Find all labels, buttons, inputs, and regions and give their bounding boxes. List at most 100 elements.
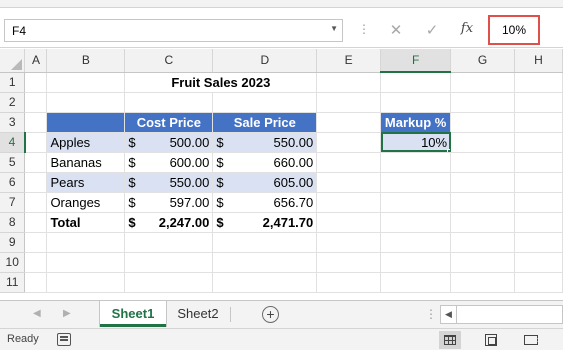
item-name-cell[interactable]: Pears (46, 172, 126, 193)
markup-header[interactable]: Markup % (380, 112, 452, 133)
cell-g10[interactable] (450, 252, 515, 273)
cell-h8[interactable] (514, 212, 563, 233)
cell-e6[interactable] (316, 172, 382, 193)
cell-g5[interactable] (450, 152, 515, 173)
cell-a6[interactable] (24, 172, 48, 193)
cell-h2[interactable] (514, 92, 563, 113)
item-name-cell[interactable]: Apples (46, 132, 126, 153)
sale-cell[interactable]: $605.00 (212, 172, 318, 193)
cancel-icon[interactable]: ✕ (386, 21, 406, 39)
cell-e7[interactable] (316, 192, 382, 213)
formula-input[interactable]: 10% (488, 15, 540, 45)
chevron-down-icon[interactable]: ▼ (330, 24, 338, 33)
scroll-tabs-left-icon[interactable]: ◀ (33, 308, 41, 319)
table-header-sale[interactable]: Sale Price (212, 112, 318, 133)
total-cost-cell[interactable]: $2,247.00 (124, 211, 214, 233)
total-sale-cell[interactable]: $2,471.70 (212, 211, 318, 233)
cell-c11[interactable] (124, 272, 214, 293)
page-layout-view-button[interactable] (480, 331, 502, 349)
insert-function-icon[interactable]: fx (457, 21, 477, 39)
cell-b9[interactable] (46, 232, 126, 253)
row-header-5[interactable]: 5 (0, 152, 26, 173)
name-box[interactable]: F4 ▼ (4, 19, 343, 42)
cell-g7[interactable] (450, 192, 515, 213)
column-header-d[interactable]: D (212, 49, 318, 73)
column-header-h[interactable]: H (514, 49, 563, 73)
cell-h10[interactable] (514, 252, 563, 273)
column-header-a[interactable]: A (24, 49, 48, 73)
cell-h6[interactable] (514, 172, 563, 193)
tab-sheet1[interactable]: Sheet1 (100, 301, 166, 327)
cell-h11[interactable] (514, 272, 563, 293)
row-header-10[interactable]: 10 (0, 252, 26, 273)
cell-f1[interactable] (380, 72, 452, 93)
cell-c2[interactable] (124, 92, 214, 113)
cell-e8[interactable] (316, 212, 382, 233)
cost-cell[interactable]: $600.00 (124, 152, 214, 173)
cell-g2[interactable] (450, 92, 515, 113)
page-break-view-button[interactable] (520, 331, 542, 349)
cell-f7[interactable] (380, 192, 452, 213)
cell-f2[interactable] (380, 92, 452, 113)
cell-e5[interactable] (316, 152, 382, 173)
cell-g3[interactable] (450, 112, 515, 133)
cell-e10[interactable] (316, 252, 382, 273)
sale-cell[interactable]: $656.70 (212, 192, 318, 213)
tab-sheet2[interactable]: Sheet2 (166, 301, 230, 327)
fill-handle[interactable] (447, 148, 450, 151)
cell-b10[interactable] (46, 252, 126, 273)
cell-f11[interactable] (380, 272, 452, 293)
item-name-cell[interactable]: Bananas (46, 152, 126, 173)
cell-e11[interactable] (316, 272, 382, 293)
cell-c9[interactable] (124, 232, 214, 253)
row-header-1[interactable]: 1 (0, 72, 26, 93)
cell-h5[interactable] (514, 152, 563, 173)
column-header-g[interactable]: G (450, 49, 515, 73)
cell-b11[interactable] (46, 272, 126, 293)
cell-g8[interactable] (450, 212, 515, 233)
cell-f9[interactable] (380, 232, 452, 253)
horizontal-scrollbar[interactable]: ◀ (440, 305, 563, 324)
cell-e2[interactable] (316, 92, 382, 113)
cell-d9[interactable] (212, 232, 318, 253)
table-header-item[interactable] (46, 112, 126, 133)
cell-g4[interactable] (450, 132, 515, 153)
cell-g11[interactable] (450, 272, 515, 293)
cell-a9[interactable] (24, 232, 48, 253)
cell-e9[interactable] (316, 232, 382, 253)
cell-h3[interactable] (514, 112, 563, 133)
formula-bar-grip-icon[interactable]: ⋮ (358, 22, 370, 36)
select-all-button[interactable] (0, 49, 26, 73)
sale-cell[interactable]: $660.00 (212, 152, 318, 173)
accessibility-icon[interactable] (57, 333, 71, 346)
add-sheet-icon[interactable]: + (262, 306, 279, 323)
cell-e1[interactable] (316, 72, 382, 93)
cell-b1[interactable] (46, 72, 126, 93)
cost-cell[interactable]: $597.00 (124, 192, 214, 213)
cell-h7[interactable] (514, 192, 563, 213)
cell-a1[interactable] (24, 72, 48, 93)
cell-h1[interactable] (514, 72, 563, 93)
column-header-e[interactable]: E (316, 49, 382, 73)
sale-cell[interactable]: $550.00 (212, 132, 318, 153)
cell-g9[interactable] (450, 232, 515, 253)
cell-g1[interactable] (450, 72, 515, 93)
row-header-7[interactable]: 7 (0, 192, 26, 213)
cost-cell[interactable]: $500.00 (124, 132, 214, 153)
enter-check-icon[interactable]: ✓ (422, 21, 442, 39)
cell-h4[interactable] (514, 132, 563, 153)
row-header-9[interactable]: 9 (0, 232, 26, 253)
cell-e3[interactable] (316, 112, 382, 133)
cell-a10[interactable] (24, 252, 48, 273)
cost-cell[interactable]: $550.00 (124, 172, 214, 193)
cell-a11[interactable] (24, 272, 48, 293)
column-header-b[interactable]: B (46, 49, 126, 73)
cell-g6[interactable] (450, 172, 515, 193)
column-header-f[interactable]: F (380, 49, 452, 73)
column-header-c[interactable]: C (124, 49, 214, 73)
total-label[interactable]: Total (46, 211, 126, 233)
cell-a8[interactable] (24, 212, 48, 233)
row-header-4[interactable]: 4 (0, 132, 26, 153)
cell-a3[interactable] (24, 112, 48, 133)
row-header-2[interactable]: 2 (0, 92, 26, 113)
